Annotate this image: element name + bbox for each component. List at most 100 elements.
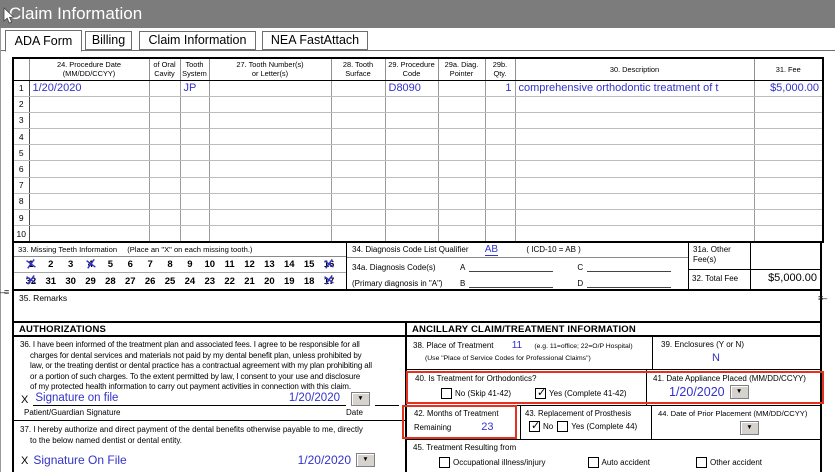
cell-procedure-code[interactable] [385,128,439,146]
cell-procedure-date[interactable] [29,193,150,211]
tooth-number[interactable]: 25✕ [160,276,180,287]
tooth-number[interactable]: 18✕ [299,276,319,287]
tooth-number[interactable]: 31✕ [41,276,61,287]
cell-fee[interactable] [754,96,823,113]
cell-fee[interactable] [754,209,823,227]
cell-procedure-code[interactable] [385,225,439,243]
cell-diag-pointer[interactable] [438,96,486,113]
prosthesis-no-checkbox[interactable] [529,419,540,432]
cell-description[interactable] [515,193,755,211]
cell-diag-pointer[interactable] [438,177,486,194]
cell-tooth-surface[interactable] [331,144,386,162]
diagnosis-field-d[interactable] [587,280,672,288]
tooth-number[interactable]: 6✕ [120,259,140,270]
cell-tooth-numbers[interactable] [209,160,332,178]
cell-tooth-numbers[interactable] [209,144,332,162]
cell-qty[interactable] [485,225,516,243]
remarks-box[interactable]: 35. Remarks [12,291,822,323]
cell-tooth-numbers[interactable] [209,96,332,113]
cell-description[interactable]: comprehensive orthodontic treatment of t [515,80,755,97]
tooth-number[interactable]: 21✕ [240,276,260,287]
cell-qty[interactable] [485,128,516,146]
cell-oral-cavity[interactable] [149,96,181,113]
cell-fee[interactable] [754,160,823,178]
cell-tooth-system[interactable] [180,160,210,178]
tab-ada-form[interactable]: ADA Form [5,30,82,52]
tab-nea-fastattach[interactable]: NEA FastAttach [262,31,368,50]
cell-oral-cavity[interactable] [149,209,181,227]
cell-tooth-numbers[interactable] [209,225,332,243]
cell-procedure-code[interactable] [385,177,439,194]
cell-diag-pointer[interactable] [438,144,486,162]
cell-procedure-date[interactable] [29,177,150,194]
cell-tooth-surface[interactable] [331,112,386,130]
other-fee-value[interactable] [751,243,820,269]
diagnosis-field-c[interactable] [587,264,672,272]
cell-oral-cavity[interactable] [149,193,181,211]
treatment-resulting-checkbox[interactable] [587,457,599,468]
cell-tooth-numbers[interactable] [209,112,332,130]
cell-diag-pointer[interactable] [438,225,486,243]
patient-signature-date[interactable]: 1/20/2020 [289,392,340,404]
cell-tooth-surface[interactable] [331,225,386,243]
enclosures-value[interactable]: N [661,352,771,364]
cell-procedure-code[interactable] [385,209,439,227]
cell-diag-pointer[interactable] [438,80,486,97]
tooth-number[interactable]: 13✕ [260,259,280,270]
cell-tooth-surface[interactable] [331,193,386,211]
cell-procedure-date[interactable] [29,225,150,243]
tooth-number[interactable]: 4 ✕ [81,254,101,273]
cell-procedure-code[interactable] [385,112,439,130]
orthodontics-no-checkbox[interactable] [441,388,452,399]
tooth-number[interactable]: 23✕ [200,276,220,287]
diagnosis-qualifier-value[interactable]: AB [484,244,499,256]
cell-tooth-system[interactable] [180,96,210,113]
cell-fee[interactable] [754,112,823,130]
tooth-number[interactable]: 29✕ [81,276,101,287]
patient-signature-value[interactable]: Signature on file [35,392,118,404]
cell-tooth-system[interactable] [180,225,210,243]
cell-description[interactable] [515,225,755,243]
tooth-number[interactable]: 22✕ [220,276,240,287]
prior-placement-dropdown-button[interactable] [740,421,759,435]
cell-fee[interactable] [754,128,823,146]
cell-fee[interactable] [754,225,823,243]
tooth-number[interactable]: 7✕ [140,259,160,270]
cell-procedure-code[interactable] [385,160,439,178]
cell-description[interactable] [515,128,755,146]
cell-diag-pointer[interactable] [438,128,486,146]
tooth-number[interactable]: 28✕ [101,276,121,287]
tooth-number[interactable]: 10✕ [200,259,220,270]
cell-fee[interactable] [754,193,823,211]
tooth-number[interactable]: 5✕ [101,259,121,270]
tooth-number[interactable]: 24✕ [180,276,200,287]
cell-oral-cavity[interactable] [149,80,181,97]
cell-tooth-system[interactable]: JP [180,80,210,97]
cell-tooth-system[interactable] [180,177,210,194]
tooth-number[interactable]: 17 ✕ [319,271,339,290]
cell-procedure-date[interactable] [29,160,150,178]
place-of-treatment-value[interactable]: 11 [512,340,522,351]
cell-tooth-surface[interactable] [331,128,386,146]
cell-tooth-numbers[interactable] [209,177,332,194]
cell-diag-pointer[interactable] [438,209,486,227]
treatment-resulting-checkbox[interactable] [695,457,707,468]
cell-description[interactable] [515,144,755,162]
cell-qty[interactable] [485,160,516,178]
cell-procedure-date[interactable] [29,96,150,113]
tab-claim-information[interactable]: Claim Information [139,31,256,50]
cell-oral-cavity[interactable] [149,225,181,243]
cell-tooth-surface[interactable] [331,209,386,227]
diagnosis-field-b[interactable] [469,280,554,288]
cell-diag-pointer[interactable] [438,193,486,211]
tooth-number[interactable]: 20✕ [260,276,280,287]
appliance-placed-date[interactable]: 1/20/2020 [669,385,725,399]
cell-procedure-code[interactable] [385,193,439,211]
cell-tooth-system[interactable] [180,193,210,211]
cell-qty[interactable] [485,193,516,211]
cell-tooth-numbers[interactable] [209,193,332,211]
cell-fee[interactable] [754,177,823,194]
tooth-number[interactable]: 30✕ [61,276,81,287]
tooth-number[interactable]: 8✕ [160,259,180,270]
cell-tooth-system[interactable] [180,128,210,146]
